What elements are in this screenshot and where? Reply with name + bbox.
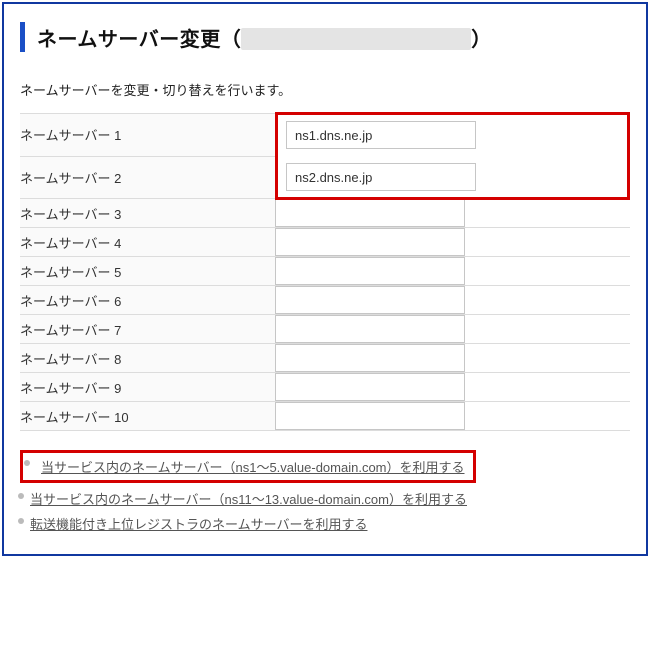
preset-link-vd-1-5[interactable]: 当サービス内のネームサーバー（ns1〜5.value-domain.com）を利… [25, 460, 465, 475]
ns-label: ネームサーバー 3 [20, 199, 275, 228]
table-row: ネームサーバー 10 [20, 402, 630, 431]
table-row: ネームサーバー 1 [20, 114, 630, 157]
list-item: 当サービス内のネームサーバー（ns11〜13.value-domain.com）… [20, 486, 630, 511]
ns-label: ネームサーバー 5 [20, 257, 275, 286]
ns-input-10[interactable] [275, 402, 465, 430]
table-row: ネームサーバー 9 [20, 373, 630, 402]
list-item: 転送機能付き上位レジストラのネームサーバーを利用する [20, 511, 630, 536]
title-suffix: ） [471, 29, 492, 51]
ns-label: ネームサーバー 4 [20, 228, 275, 257]
ns-input-8[interactable] [275, 344, 465, 372]
highlight-box-icon [275, 112, 630, 200]
table-row: ネームサーバー 8 [20, 344, 630, 373]
nameserver-table: ネームサーバー 1 ネームサーバー 2 ネームサーバー 3 ネームサーバー 4 [20, 113, 630, 431]
preset-link-vd-11-13[interactable]: 当サービス内のネームサーバー（ns11〜13.value-domain.com）… [20, 492, 467, 507]
title-prefix: ネームサーバー変更（ [37, 29, 241, 51]
preset-link-list: 当サービス内のネームサーバー（ns1〜5.value-domain.com）を利… [20, 447, 630, 536]
table-row: ネームサーバー 3 [20, 199, 630, 228]
bullet-icon [24, 460, 30, 466]
table-row: ネームサーバー 5 [20, 257, 630, 286]
bullet-icon [18, 518, 24, 524]
title-redacted-icon [241, 28, 471, 50]
table-row: ネームサーバー 4 [20, 228, 630, 257]
ns-label: ネームサーバー 7 [20, 315, 275, 344]
ns-label: ネームサーバー 9 [20, 373, 275, 402]
preset-link-registrar[interactable]: 転送機能付き上位レジストラのネームサーバーを利用する [20, 517, 367, 532]
ns-input-4[interactable] [275, 228, 465, 256]
ns-input-3[interactable] [275, 199, 465, 227]
page-title: ネームサーバー変更（ ） [37, 23, 492, 52]
ns-input-5[interactable] [275, 257, 465, 285]
title-accent-bar [20, 22, 25, 52]
list-item: 当サービス内のネームサーバー（ns1〜5.value-domain.com）を利… [20, 447, 630, 486]
ns-input-1[interactable] [286, 121, 476, 149]
highlight-box-icon: 当サービス内のネームサーバー（ns1〜5.value-domain.com）を利… [20, 450, 476, 483]
ns-label: ネームサーバー 1 [20, 114, 275, 157]
table-row: ネームサーバー 6 [20, 286, 630, 315]
ns-input-6[interactable] [275, 286, 465, 314]
ns-label: ネームサーバー 2 [20, 156, 275, 199]
ns-label: ネームサーバー 6 [20, 286, 275, 315]
ns-input-highlight-cell [275, 114, 630, 199]
bullet-icon [18, 493, 24, 499]
ns-input-2[interactable] [286, 163, 476, 191]
page-description: ネームサーバーを変更・切り替えを行います。 [20, 80, 630, 99]
page-title-row: ネームサーバー変更（ ） [20, 22, 630, 52]
ns-label: ネームサーバー 8 [20, 344, 275, 373]
table-row: ネームサーバー 7 [20, 315, 630, 344]
page-frame: ネームサーバー変更（ ） ネームサーバーを変更・切り替えを行います。 ネームサーバ… [2, 2, 648, 556]
ns-label: ネームサーバー 10 [20, 402, 275, 431]
ns-input-9[interactable] [275, 373, 465, 401]
ns-input-7[interactable] [275, 315, 465, 343]
